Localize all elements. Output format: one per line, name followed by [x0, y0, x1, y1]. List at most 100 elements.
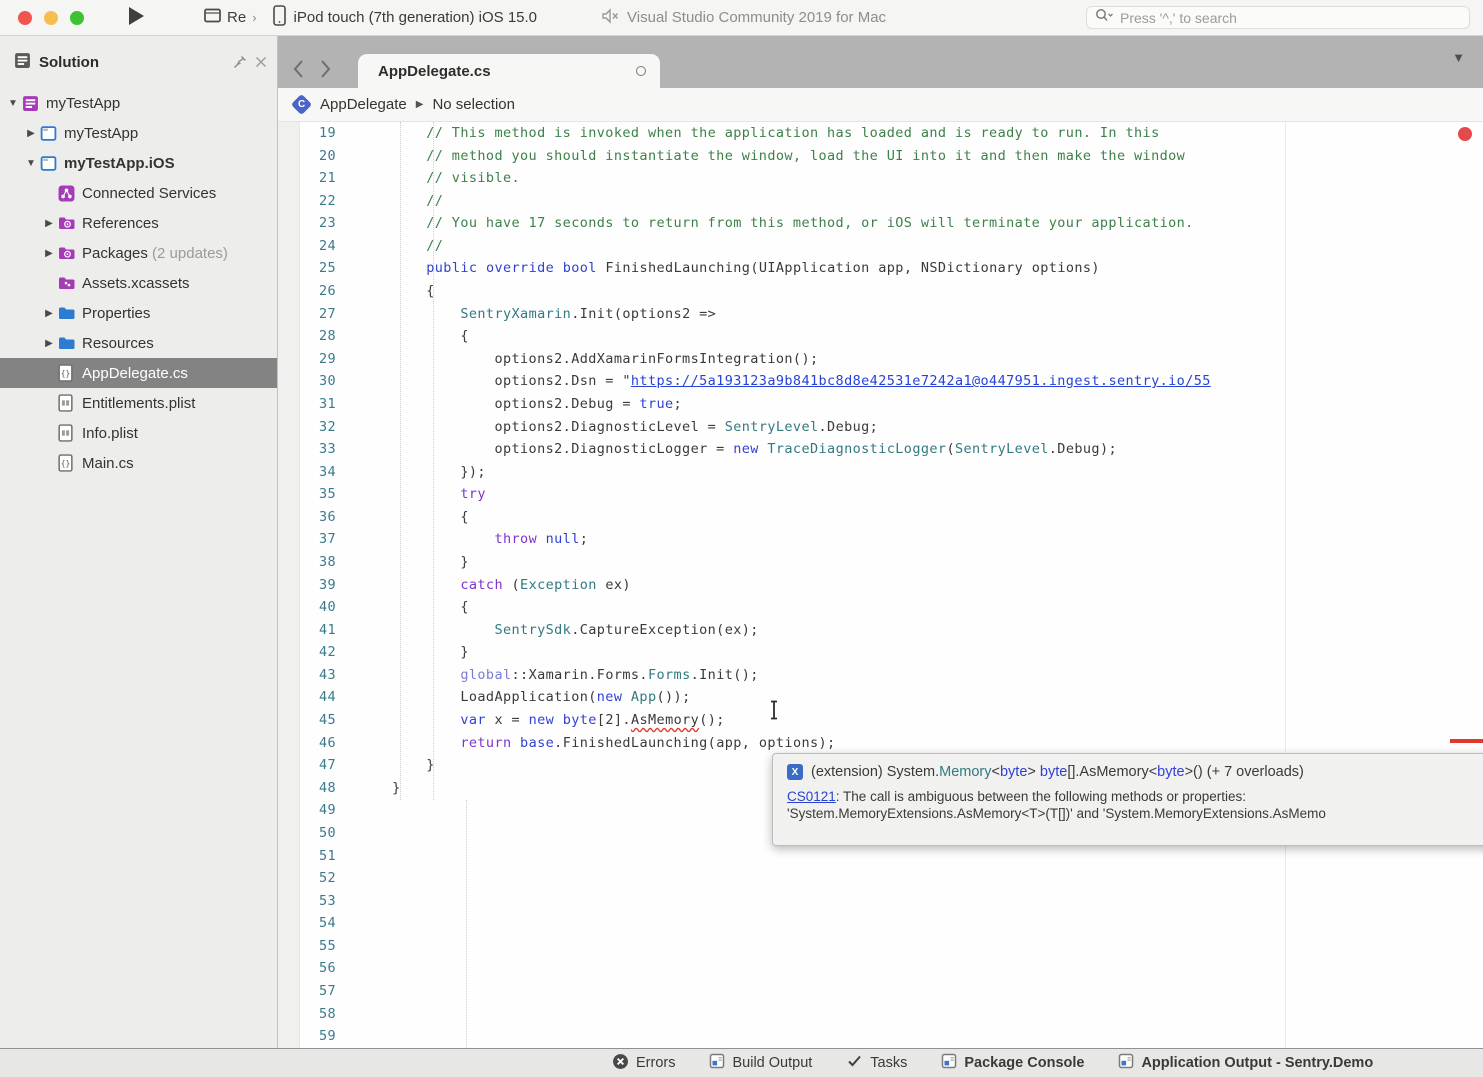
tab-appdelegate[interactable]: AppDelegate.cs: [358, 54, 660, 88]
disclosure-triangle-icon[interactable]: ▼: [22, 158, 40, 169]
close-icon[interactable]: [255, 56, 267, 68]
disclosure-triangle-icon[interactable]: ▼: [4, 98, 22, 109]
code-line[interactable]: 37 throw null;: [278, 528, 1483, 551]
code-line[interactable]: 55: [278, 935, 1483, 958]
mouse-text-cursor: [768, 700, 780, 724]
plist-file-icon: [58, 394, 82, 412]
code-line[interactable]: 44 LoadApplication(new App());: [278, 686, 1483, 709]
sidebar-item-main-cs[interactable]: {}Main.cs: [0, 448, 277, 478]
sidebar-item-packages[interactable]: ▶Packages (2 updates): [0, 238, 277, 268]
code-line[interactable]: 43 global::Xamarin.Forms.Forms.Init();: [278, 664, 1483, 687]
code-line[interactable]: 46 return base.FinishedLaunching(app, op…: [278, 732, 1483, 755]
disclosure-triangle-icon[interactable]: ▶: [40, 248, 58, 259]
code-line[interactable]: 39 catch (Exception ex): [278, 574, 1483, 597]
sidebar-item-entitlements-plist[interactable]: Entitlements.plist: [0, 388, 277, 418]
bottom-tab-label: Build Output: [732, 1055, 812, 1071]
build-configuration-selector[interactable]: Re ›: [204, 8, 257, 27]
code-line[interactable]: 56: [278, 957, 1483, 980]
navigate-back-button[interactable]: [292, 59, 305, 79]
sidebar-item-mytestapp[interactable]: ▶myTestApp: [0, 118, 277, 148]
bottom-tab-package-console[interactable]: Package Console: [941, 1053, 1084, 1073]
code-line[interactable]: 33 options2.DiagnosticLogger = new Trace…: [278, 438, 1483, 461]
tab-list-dropdown[interactable]: ▼: [1452, 50, 1465, 65]
code-line[interactable]: 42 }: [278, 641, 1483, 664]
line-text: options2.DiagnosticLogger = new TraceDia…: [358, 441, 1117, 457]
code-line[interactable]: 26 {: [278, 280, 1483, 303]
sidebar-item-appdelegate-cs[interactable]: {}AppDelegate.cs: [0, 358, 277, 388]
line-number: 50: [278, 822, 358, 845]
code-line[interactable]: 51: [278, 845, 1483, 868]
sidebar-item-properties[interactable]: ▶ Properties: [0, 298, 277, 328]
line-text: //: [358, 193, 443, 209]
close-window-button[interactable]: [18, 11, 32, 25]
code-line[interactable]: 31 options2.Debug = true;: [278, 393, 1483, 416]
chevron-right-icon: ▶: [416, 99, 424, 110]
navigate-forward-button[interactable]: [319, 59, 332, 79]
code-line[interactable]: 25 public override bool FinishedLaunchin…: [278, 257, 1483, 280]
global-search-input[interactable]: Press '^,' to search: [1086, 6, 1470, 29]
solution-pad-header: Solution: [0, 36, 277, 88]
code-line[interactable]: 27 SentryXamarin.Init(options2 =>: [278, 303, 1483, 326]
run-button[interactable]: [126, 5, 146, 30]
sidebar-item-references[interactable]: ▶References: [0, 208, 277, 238]
line-text: // This method is invoked when the appli…: [358, 125, 1160, 141]
sidebar-item-assets-xcassets[interactable]: Assets.xcassets: [0, 268, 277, 298]
sidebar-item-mytestapp[interactable]: ▼myTestApp: [0, 88, 277, 118]
sidebar-item-mytestapp-ios[interactable]: ▼myTestApp.iOS: [0, 148, 277, 178]
bottom-tab-build-output[interactable]: Build Output: [709, 1053, 812, 1073]
bottom-tab-application-output-sentry-demo[interactable]: Application Output - Sentry.Demo: [1118, 1053, 1373, 1073]
disclosure-triangle-icon[interactable]: ▶: [40, 308, 58, 319]
line-text: options2.Dsn = "https://5a193123a9b841bc…: [358, 373, 1211, 389]
code-line[interactable]: 19 // This method is invoked when the ap…: [278, 122, 1483, 145]
line-number: 51: [278, 845, 358, 868]
line-number: 43: [278, 664, 358, 687]
code-line[interactable]: 54: [278, 912, 1483, 935]
device-selector[interactable]: iPod touch (7th generation) iOS 15.0: [273, 5, 538, 30]
code-line[interactable]: 32 options2.DiagnosticLevel = SentryLeve…: [278, 416, 1483, 439]
sidebar-item-label: Properties: [82, 305, 150, 322]
code-editor[interactable]: 19 // This method is invoked when the ap…: [278, 122, 1483, 1048]
minimize-window-button[interactable]: [44, 11, 58, 25]
tasks-check-icon: [846, 1053, 863, 1073]
code-line[interactable]: 58: [278, 1003, 1483, 1026]
code-line[interactable]: 34 });: [278, 461, 1483, 484]
code-line[interactable]: 21 // visible.: [278, 167, 1483, 190]
code-line[interactable]: 29 options2.AddXamarinFormsIntegration()…: [278, 348, 1483, 371]
code-line[interactable]: 45 var x = new byte[2].AsMemory();: [278, 709, 1483, 732]
cs-file-icon: {}: [58, 364, 82, 382]
disclosure-triangle-icon[interactable]: ▶: [40, 218, 58, 229]
code-line[interactable]: 36 {: [278, 506, 1483, 529]
line-number: 36: [278, 506, 358, 529]
bottom-tab-tasks[interactable]: Tasks: [846, 1053, 907, 1073]
sidebar-item-info-plist[interactable]: Info.plist: [0, 418, 277, 448]
line-text: options2.DiagnosticLevel = SentryLevel.D…: [358, 419, 878, 435]
project-icon: [40, 155, 64, 172]
code-line[interactable]: 57: [278, 980, 1483, 1003]
code-line[interactable]: 59: [278, 1025, 1483, 1048]
code-line[interactable]: 52: [278, 867, 1483, 890]
code-line[interactable]: 53: [278, 890, 1483, 913]
line-text: options2.Debug = true;: [358, 396, 682, 412]
breadcrumb-type[interactable]: AppDelegate: [320, 96, 407, 113]
code-line[interactable]: 38 }: [278, 551, 1483, 574]
code-line[interactable]: 22 //: [278, 190, 1483, 213]
code-line[interactable]: 40 {: [278, 596, 1483, 619]
sidebar-item-connected-services[interactable]: Connected Services: [0, 178, 277, 208]
disclosure-triangle-icon[interactable]: ▶: [40, 338, 58, 349]
code-line[interactable]: 23 // You have 17 seconds to return from…: [278, 212, 1483, 235]
line-number: 39: [278, 574, 358, 597]
zoom-window-button[interactable]: [70, 11, 84, 25]
code-line[interactable]: 28 {: [278, 325, 1483, 348]
pin-icon[interactable]: [233, 55, 247, 69]
code-line[interactable]: 41 SentrySdk.CaptureException(ex);: [278, 619, 1483, 642]
breadcrumb-selection[interactable]: No selection: [432, 96, 515, 113]
error-code-link[interactable]: CS0121: [787, 789, 836, 804]
code-line[interactable]: 30 options2.Dsn = "https://5a193123a9b84…: [278, 370, 1483, 393]
code-line[interactable]: 35 try: [278, 483, 1483, 506]
line-text: {: [358, 328, 469, 344]
bottom-tab-errors[interactable]: Errors: [612, 1053, 675, 1074]
disclosure-triangle-icon[interactable]: ▶: [22, 128, 40, 139]
code-line[interactable]: 20 // method you should instantiate the …: [278, 145, 1483, 168]
sidebar-item-resources[interactable]: ▶Resources: [0, 328, 277, 358]
code-line[interactable]: 24 //: [278, 235, 1483, 258]
